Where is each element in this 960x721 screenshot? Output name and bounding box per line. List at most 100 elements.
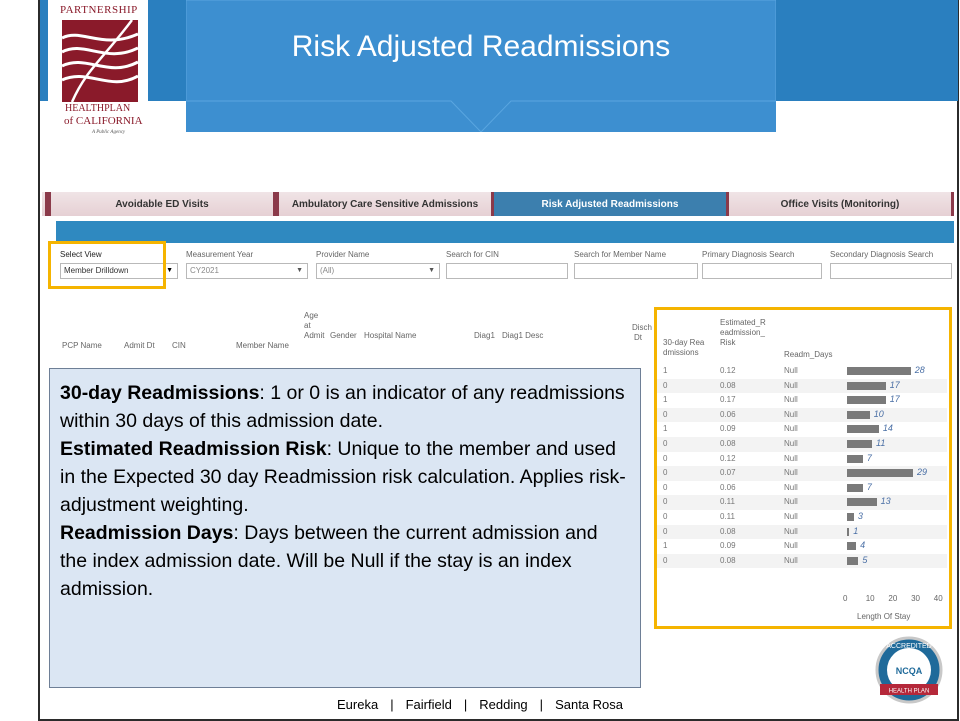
col-member-name[interactable]: Member Name	[236, 341, 289, 350]
table-row[interactable]: 0 0.08 Null 17	[657, 378, 947, 394]
table-row[interactable]: 0 0.07 Null 29	[657, 466, 947, 481]
readmission-risk: 0.08	[720, 380, 736, 390]
los-value-label: 5	[862, 554, 868, 565]
readmission-flag: 1	[663, 541, 668, 551]
readmission-flag: 0	[663, 468, 668, 478]
search-cin-input[interactable]	[446, 263, 568, 279]
table-row[interactable]: 0 0.11 Null 13	[657, 495, 947, 510]
tab-office-visits[interactable]: Office Visits (Monitoring)	[726, 192, 954, 216]
provider-name-dropdown[interactable]: (All) ▼	[316, 263, 440, 279]
col-diag1-desc[interactable]: Diag1 Desc	[502, 331, 543, 340]
readmission-risk: 0.08	[720, 526, 736, 536]
tab-ambulatory-care[interactable]: Ambulatory Care Sensitive Admissions	[276, 192, 494, 216]
secondary-diagnosis-input[interactable]	[830, 263, 952, 279]
col-30day-readmissions-line1: 30-day Rea	[663, 338, 705, 347]
table-row[interactable]: 1 0.12 Null 28	[657, 364, 947, 379]
axis-tick-label: 10	[865, 594, 875, 603]
readmission-days: Null	[784, 555, 798, 565]
los-value-label: 17	[889, 394, 900, 405]
readmission-flag: 0	[663, 555, 668, 565]
tab-risk-adjusted-readmissions[interactable]: Risk Adjusted Readmissions	[494, 192, 726, 216]
los-value-label: 7	[866, 481, 872, 492]
definitions-callout: 30-day Readmissions: 1 or 0 is an indica…	[49, 368, 641, 688]
col-disch-line1: Disch	[632, 323, 653, 332]
los-bar	[847, 498, 877, 507]
table-row[interactable]: 0 0.08 Null 1	[657, 524, 947, 540]
los-bar	[847, 425, 879, 434]
definition-risk: Estimated Readmission Risk: Unique to th…	[60, 438, 626, 516]
table-row[interactable]: 0 0.08 Null 11	[657, 437, 947, 452]
readmission-risk: 0.12	[720, 453, 736, 463]
definition-readmission-days: Readmission Days: Days between the curre…	[60, 522, 598, 600]
col-30day-readmissions[interactable]: dmissions	[663, 348, 699, 358]
col-gender[interactable]: Gender	[330, 331, 357, 340]
definition-readmissions: 30-day Readmissions: 1 or 0 is an indica…	[60, 382, 625, 432]
table-row[interactable]: 0 0.08 Null 5	[657, 553, 947, 569]
search-member-input[interactable]	[574, 263, 698, 279]
los-value-label: 28	[914, 365, 925, 375]
los-bar	[847, 527, 850, 536]
col-hospital-name[interactable]: Hospital Name	[364, 331, 416, 340]
los-value-label: 1	[853, 525, 859, 536]
col-disch-dt[interactable]: Dt	[634, 333, 642, 342]
col-risk-line1: Estimated_R	[720, 318, 766, 327]
measurement-year-dropdown[interactable]: CY2021 ▼	[186, 263, 308, 279]
table-row[interactable]: 1 0.09 Null 4	[657, 539, 947, 554]
table-row[interactable]: 0 0.06 Null 7	[657, 481, 947, 496]
los-bar	[847, 483, 863, 492]
los-value-label: 13	[880, 496, 891, 507]
col-admit-dt[interactable]: Admit Dt	[124, 341, 155, 350]
readmission-days: Null	[784, 497, 798, 507]
caret-down-icon: ▼	[166, 267, 173, 274]
readmission-flag: 1	[663, 424, 668, 434]
tab-avoidable-ed-visits[interactable]: Avoidable ED Visits	[48, 192, 276, 216]
provider-name-filter: Provider Name (All) ▼	[316, 249, 440, 285]
search-cin-filter: Search for CIN	[446, 249, 568, 285]
col-readm-days[interactable]: Readm_Days	[784, 350, 832, 360]
los-value-label: 11	[876, 438, 886, 448]
footer-location: Eureka	[337, 697, 379, 712]
col-age-at-admit[interactable]: Admit	[304, 331, 324, 340]
los-axis-title: Length Of Stay	[857, 612, 911, 621]
axis-tick-label: 20	[888, 594, 898, 603]
los-bar	[847, 542, 857, 551]
col-estimated-risk[interactable]: Risk	[720, 338, 736, 348]
page-title: Risk Adjusted Readmissions	[291, 30, 671, 63]
readmission-flag: 0	[663, 380, 668, 390]
readmission-days: Null	[784, 439, 798, 448]
los-value-label: 10	[873, 408, 884, 419]
svg-text:HEALTH PLAN: HEALTH PLAN	[889, 689, 930, 695]
col-age-line1: Age	[304, 311, 319, 320]
primary-diagnosis-input[interactable]	[702, 263, 822, 279]
col-age-line2: at	[304, 321, 311, 330]
col-diag1[interactable]: Diag1	[474, 331, 495, 340]
measurement-year-filter: Measurement Year CY2021 ▼	[186, 249, 308, 285]
readmission-flag: 0	[663, 482, 668, 492]
readmission-days: Null	[784, 366, 798, 375]
los-bar	[847, 454, 863, 463]
readmission-risk: 0.08	[720, 439, 736, 448]
readmission-days: Null	[784, 482, 798, 492]
axis-tick-label: 0	[843, 594, 848, 603]
footer-separator: |	[463, 697, 468, 712]
table-row[interactable]: 0 0.11 Null 3	[657, 510, 947, 525]
readmission-risk: 0.12	[720, 366, 736, 375]
los-bar	[847, 469, 913, 478]
readmission-details-panel: 30-day Rea dmissions Estimated_R eadmiss…	[654, 307, 952, 629]
select-view-highlight	[48, 241, 166, 289]
table-row[interactable]: 0 0.06 Null 10	[657, 407, 947, 423]
table-row[interactable]: 0 0.12 Null 7	[657, 452, 947, 467]
readmission-days: Null	[784, 453, 798, 463]
table-header: PCP Name Admit Dt CIN Member Name Age at…	[60, 305, 660, 355]
col-cin[interactable]: CIN	[172, 341, 186, 350]
col-pcp-name[interactable]: PCP Name	[62, 341, 102, 350]
los-bar	[847, 556, 859, 565]
table-row[interactable]: 1 0.17 Null 17	[657, 393, 947, 408]
logo-mark-icon	[62, 20, 138, 102]
readmission-days: Null	[784, 541, 798, 551]
table-row[interactable]: 1 0.09 Null 14	[657, 422, 947, 437]
readmission-risk: 0.11	[720, 512, 735, 521]
los-bar	[847, 367, 911, 375]
readmission-days: Null	[784, 380, 798, 390]
readmission-days: Null	[784, 395, 798, 405]
